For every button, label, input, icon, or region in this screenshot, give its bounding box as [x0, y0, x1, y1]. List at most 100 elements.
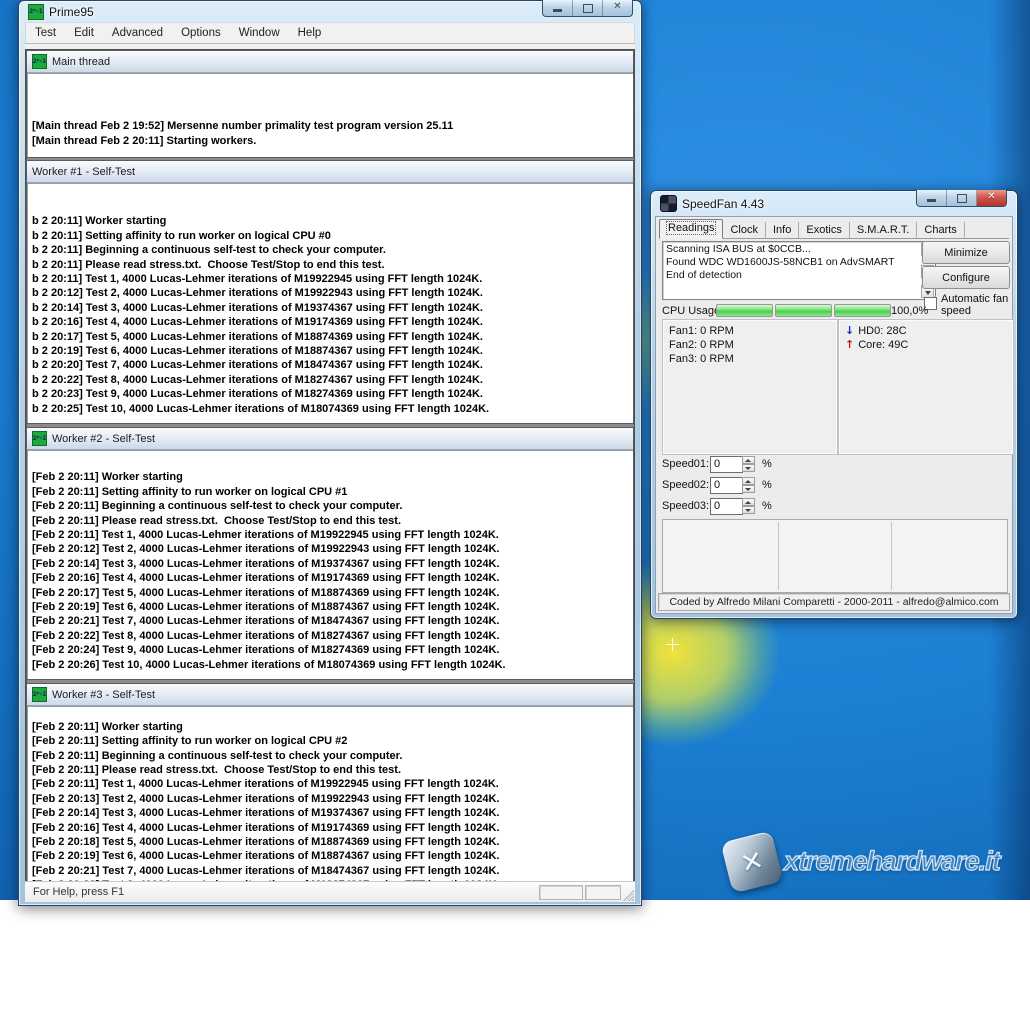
- worker3-titlebar[interactable]: 2ᵖ-1 Worker #3 - Self-Test: [27, 684, 633, 706]
- log-line: [Feb 2 20:11] Beginning a continuous sel…: [32, 749, 629, 763]
- stepper-down-button[interactable]: [742, 485, 755, 493]
- log-line: b 2 20:11] Beginning a continuous self-t…: [32, 243, 629, 257]
- maximize-icon: [583, 4, 593, 13]
- configure-button[interactable]: Configure: [922, 266, 1010, 289]
- speedfan-title: SpeedFan 4.43: [682, 197, 764, 211]
- stepper-up-button[interactable]: [742, 477, 755, 485]
- log-line: [Feb 2 20:17] Test 5, 4000 Lucas-Lehmer …: [32, 586, 629, 600]
- maximize-button[interactable]: [573, 0, 603, 16]
- menu-advanced[interactable]: Advanced: [103, 25, 172, 41]
- speed03-input[interactable]: 0: [710, 498, 743, 515]
- panel-divider: [891, 522, 892, 590]
- tab-charts[interactable]: Charts: [917, 222, 964, 238]
- tab-info[interactable]: Info: [766, 222, 799, 238]
- log-line: [Feb 2 20:14] Test 3, 4000 Lucas-Lehmer …: [32, 806, 629, 820]
- maximize-button[interactable]: [947, 190, 977, 206]
- speedfan-titlebar[interactable]: SpeedFan 4.43 ✕: [651, 191, 1017, 216]
- log-line: End of detection: [666, 269, 919, 282]
- stepper-down-button[interactable]: [742, 506, 755, 514]
- cpu-usage-bar: [716, 304, 773, 317]
- minimize-button[interactable]: [917, 190, 947, 206]
- menu-edit[interactable]: Edit: [65, 25, 103, 41]
- prime95-window-controls: ✕: [542, 0, 633, 17]
- speed01-label: Speed01:: [662, 458, 709, 470]
- speed01-unit: %: [762, 458, 772, 470]
- main-thread-titlebar[interactable]: 2ᵖ-1 Main thread: [27, 51, 633, 73]
- log-line: [Feb 2 20:11] Beginning a continuous sel…: [32, 499, 629, 513]
- tab-smart[interactable]: S.M.A.R.T.: [850, 222, 918, 238]
- log-line: [Feb 2 20:11] Worker starting: [32, 470, 629, 484]
- log-line: [Feb 2 20:19] Test 6, 4000 Lucas-Lehmer …: [32, 849, 629, 863]
- close-button[interactable]: ✕: [603, 0, 632, 16]
- readings-tab-page: Scanning ISA BUS at $0CCB...Found WDC WD…: [660, 239, 1008, 591]
- prime95-titlebar[interactable]: 2ᵖ-1 Prime95 ✕: [19, 1, 641, 22]
- log-line: Scanning ISA BUS at $0CCB...: [666, 243, 919, 256]
- log-line: [Feb 2 20:11] Please read stress.txt. Ch…: [32, 514, 629, 528]
- log-line: b 2 20:22] Test 8, 4000 Lucas-Lehmer ite…: [32, 373, 629, 387]
- close-button[interactable]: ✕: [977, 190, 1006, 206]
- worker2-window: 2ᵖ-1 Worker #2 - Self-Test [Feb 2 20:11]…: [26, 427, 634, 680]
- tab-exotics[interactable]: Exotics: [799, 222, 849, 238]
- log-line: Found WDC WD1600JS-58NCB1 on AdvSMART: [666, 256, 919, 269]
- arrow-down-icon: [745, 467, 751, 470]
- log-line: b 2 20:25] Test 10, 4000 Lucas-Lehmer it…: [32, 402, 629, 416]
- worker1-window: Worker #1 - Self-Test b 2 20:11] Worker …: [26, 160, 634, 424]
- maximize-icon: [957, 194, 967, 203]
- minimize-button[interactable]: [543, 0, 573, 16]
- stepper-up-button[interactable]: [742, 456, 755, 464]
- stepper-down-button[interactable]: [742, 464, 755, 472]
- log-line: b 2 20:11] Worker starting: [32, 214, 629, 228]
- arrow-up-icon: [745, 501, 751, 504]
- temp-up-arrow-icon: ↑: [845, 338, 854, 352]
- speed03-stepper[interactable]: [742, 498, 755, 515]
- cpu-usage-bar: [834, 304, 891, 317]
- stepper-up-button[interactable]: [742, 498, 755, 506]
- tab-clock[interactable]: Clock: [723, 222, 766, 238]
- speed02-unit: %: [762, 479, 772, 491]
- menu-help[interactable]: Help: [289, 25, 331, 41]
- watermark-text: xtremehardware.it: [784, 846, 1000, 877]
- worker1-titlebar[interactable]: Worker #1 - Self-Test: [27, 161, 633, 183]
- log-line: [Feb 2 20:16] Test 4, 4000 Lucas-Lehmer …: [32, 571, 629, 585]
- cpu-usage-label: CPU Usage: [662, 305, 720, 317]
- worker3-log: [Feb 2 20:11] Worker starting[Feb 2 20:1…: [27, 706, 633, 882]
- log-line: [Feb 2 20:11] Setting affinity to run wo…: [32, 734, 629, 748]
- menu-window[interactable]: Window: [230, 25, 289, 41]
- log-line: [Feb 2 20:24] Test 9, 4000 Lucas-Lehmer …: [32, 643, 629, 657]
- log-line: b 2 20:23] Test 9, 4000 Lucas-Lehmer ite…: [32, 387, 629, 401]
- speed02-stepper[interactable]: [742, 477, 755, 494]
- detection-log: Scanning ISA BUS at $0CCB...Found WDC WD…: [662, 241, 936, 300]
- log-line: b 2 20:19] Test 6, 4000 Lucas-Lehmer ite…: [32, 344, 629, 358]
- prime95-title: Prime95: [49, 5, 94, 19]
- worker2-titlebar[interactable]: 2ᵖ-1 Worker #2 - Self-Test: [27, 428, 633, 450]
- worker3-window: 2ᵖ-1 Worker #3 - Self-Test [Feb 2 20:11]…: [26, 683, 634, 882]
- minimize-app-button[interactable]: Minimize: [922, 241, 1010, 264]
- close-icon: ✕: [977, 191, 1006, 202]
- worker2-log: [Feb 2 20:11] Worker starting [Feb 2 20:1…: [27, 450, 633, 679]
- minimize-icon: [553, 9, 562, 12]
- cursor-sparkle-icon: [666, 638, 679, 651]
- fan-readings-group: Fan1: 0 RPMFan2: 0 RPMFan3: 0 RPM: [662, 319, 838, 455]
- arrow-down-icon: [745, 509, 751, 512]
- minimize-icon: [927, 199, 936, 202]
- log-line: Fan3: 0 RPM: [669, 352, 837, 366]
- credits-text: Coded by Alfredo Milani Comparetti - 200…: [669, 596, 998, 608]
- speedfan-client: Readings Clock Info Exotics S.M.A.R.T. C…: [655, 216, 1013, 614]
- cpu-usage-value: 100,0%: [891, 305, 928, 317]
- log-line: b 2 20:14] Test 3, 4000 Lucas-Lehmer ite…: [32, 301, 629, 315]
- empty-readings-panel: [662, 519, 1008, 593]
- log-line: [Feb 2 20:13] Test 2, 4000 Lucas-Lehmer …: [32, 792, 629, 806]
- worker2-title: Worker #2 - Self-Test: [52, 433, 155, 445]
- menu-test[interactable]: Test: [26, 25, 65, 41]
- speed01-input[interactable]: 0: [710, 456, 743, 473]
- status-panel: [585, 885, 621, 900]
- log-line: [Feb 2 20:22] Test 8, 4000 Lucas-Lehmer …: [32, 629, 629, 643]
- log-line: b 2 20:11] Please read stress.txt. Choos…: [32, 258, 629, 272]
- resize-grip[interactable]: [622, 889, 634, 901]
- automatic-fan-speed-label: Automatic fan speed: [941, 293, 1015, 317]
- tab-readings[interactable]: Readings: [659, 219, 723, 239]
- close-icon: ✕: [603, 1, 632, 12]
- menu-options[interactable]: Options: [172, 25, 230, 41]
- speed02-input[interactable]: 0: [710, 477, 743, 494]
- speed01-stepper[interactable]: [742, 456, 755, 473]
